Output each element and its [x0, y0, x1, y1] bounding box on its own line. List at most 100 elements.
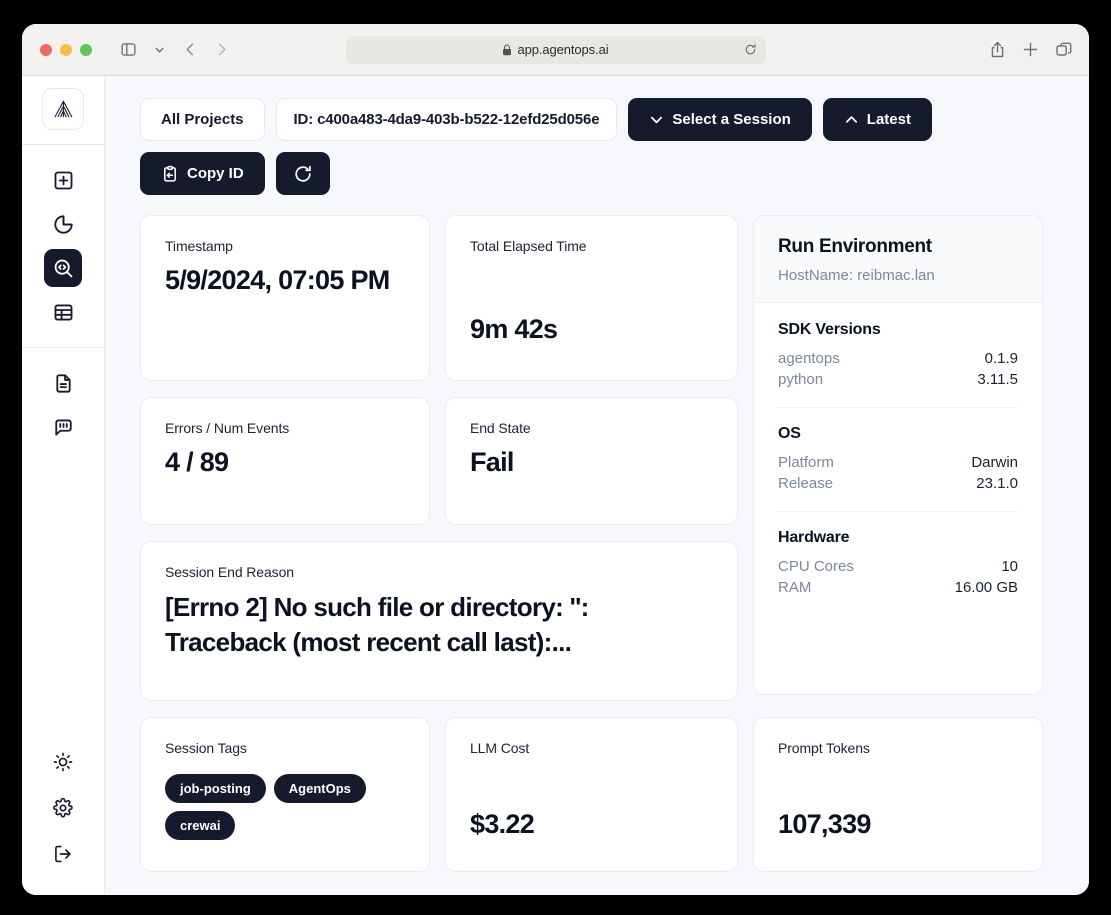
env-key: CPU Cores [778, 558, 854, 575]
elapsed-time-card: Total Elapsed Time 9m 42s [445, 215, 738, 381]
document-icon [53, 373, 74, 394]
window-controls [40, 43, 92, 56]
browser-nav-controls [114, 37, 235, 63]
toolbar-second-row: Copy ID [140, 152, 1069, 195]
env-value: 10 [1001, 558, 1018, 575]
session-end-reason-value: [Errno 2] No such file or directory: '':… [165, 592, 589, 658]
env-value: 16.00 GB [954, 579, 1018, 596]
llm-cost-label: LLM Cost [470, 740, 530, 756]
minimize-window-button[interactable] [60, 43, 72, 56]
env-row: RAM 16.00 GB [778, 577, 1018, 598]
app-sidebar [22, 76, 105, 895]
end-state-label: End State [470, 420, 531, 436]
env-section-title: OS [778, 425, 801, 442]
env-key: python [778, 371, 824, 388]
timestamp-label: Timestamp [165, 238, 233, 254]
end-state-value: Fail [470, 447, 514, 477]
sidebar-toggle-icon[interactable] [114, 37, 142, 63]
select-session-label: Select a Session [672, 111, 791, 128]
llm-cost-value: $3.22 [470, 809, 535, 840]
sidebar-item-logout[interactable] [44, 835, 82, 873]
elapsed-time-label: Total Elapsed Time [470, 238, 587, 254]
code-search-icon [53, 258, 74, 279]
refresh-button[interactable] [275, 152, 330, 195]
chevron-down-icon [649, 112, 664, 127]
session-tag[interactable]: crewai [165, 811, 236, 840]
tab-overview-icon[interactable] [1055, 41, 1073, 59]
session-tags-label: Session Tags [165, 740, 247, 756]
prompt-tokens-value: 107,339 [778, 809, 871, 840]
sidebar-item-session-drilldown[interactable] [44, 249, 82, 287]
agentops-logo-icon[interactable] [42, 88, 84, 130]
chevron-down-icon[interactable] [145, 37, 173, 63]
timestamp-card: Timestamp 5/9/2024, 07:05 PM [140, 215, 430, 381]
run-environment-title: Run Environment [778, 236, 932, 257]
plus-icon[interactable] [1022, 41, 1039, 58]
env-row: python 3.11.5 [778, 369, 1018, 390]
elapsed-time-value: 9m 42s [470, 314, 558, 345]
env-section-hardware: Hardware CPU Cores 10 RAM 16.00 GB [778, 511, 1018, 598]
sidebar-item-theme-toggle[interactable] [44, 743, 82, 781]
prompt-tokens-label: Prompt Tokens [778, 740, 870, 756]
lock-icon [502, 43, 512, 56]
session-end-reason-label: Session End Reason [165, 564, 294, 580]
main-content: All Projects ID: c400a483-4da9-403b-b522… [105, 76, 1089, 895]
sidebar-item-analytics[interactable] [44, 205, 82, 243]
sidebar-item-sessions-table[interactable] [44, 293, 82, 331]
sidebar-item-feedback[interactable] [44, 408, 82, 446]
run-environment-header: Run Environment HostName: reibmac.lan [754, 216, 1042, 303]
browser-actions [989, 41, 1073, 59]
app-body: All Projects ID: c400a483-4da9-403b-b522… [22, 76, 1089, 895]
sidebar-secondary-nav [44, 348, 82, 462]
errors-events-card: Errors / Num Events 4 / 89 [140, 397, 430, 525]
run-environment-hostname: HostName: reibmac.lan [778, 267, 935, 284]
close-window-button[interactable] [40, 43, 52, 56]
session-tag[interactable]: job-posting [165, 774, 266, 803]
sidebar-item-new-session[interactable] [44, 161, 82, 199]
share-icon[interactable] [989, 41, 1006, 59]
sidebar-item-docs[interactable] [44, 364, 82, 402]
plus-square-icon [53, 170, 74, 191]
url-text: app.agentops.ai [517, 42, 609, 57]
browser-window: app.agentops.ai All Projects ID: c400a48… [22, 24, 1089, 895]
env-row: Platform Darwin [778, 452, 1018, 473]
sidebar-bottom-nav [44, 743, 82, 895]
chat-bot-icon [53, 417, 74, 438]
latest-button[interactable]: Latest [822, 98, 932, 141]
chevron-up-icon [844, 112, 859, 127]
env-value: 23.1.0 [976, 475, 1018, 492]
reload-icon[interactable] [744, 43, 757, 56]
sidebar-primary-nav [44, 145, 82, 347]
back-arrow-icon[interactable] [176, 37, 204, 63]
env-row: CPU Cores 10 [778, 556, 1018, 577]
env-value: Darwin [971, 454, 1018, 471]
end-state-card: End State Fail [445, 397, 738, 525]
sidebar-item-settings[interactable] [44, 789, 82, 827]
session-id-field[interactable]: ID: c400a483-4da9-403b-b522-12efd25d056e [275, 98, 618, 141]
session-tags-card: Session Tags job-posting AgentOps crewai [140, 717, 430, 872]
llm-cost-card: LLM Cost $3.22 [445, 717, 738, 872]
copy-id-label: Copy ID [187, 165, 244, 182]
env-key: Platform [778, 454, 834, 471]
session-tags-list: job-posting AgentOps crewai [165, 774, 405, 840]
prompt-tokens-card: Prompt Tokens 107,339 [753, 717, 1043, 872]
env-key: RAM [778, 579, 812, 596]
session-overview-grid: Timestamp 5/9/2024, 07:05 PM Total Elaps… [140, 215, 1069, 872]
gear-icon [53, 798, 73, 818]
errors-events-label: Errors / Num Events [165, 420, 290, 436]
env-section-os: OS Platform Darwin Release 23.1.0 [778, 407, 1018, 494]
session-end-reason-card: Session End Reason [Errno 2] No such fil… [140, 541, 738, 701]
env-key: agentops [778, 350, 840, 367]
clipboard-paste-icon [161, 165, 179, 183]
select-session-button[interactable]: Select a Session [628, 98, 812, 141]
copy-id-button[interactable]: Copy ID [140, 152, 265, 195]
address-bar[interactable]: app.agentops.ai [345, 35, 766, 64]
all-projects-button[interactable]: All Projects [140, 98, 265, 141]
sun-icon [53, 752, 73, 772]
table-icon [53, 302, 74, 323]
session-tag[interactable]: AgentOps [273, 774, 366, 803]
maximize-window-button[interactable] [80, 43, 92, 56]
forward-arrow-icon[interactable] [207, 37, 235, 63]
env-section-title: Hardware [778, 529, 850, 546]
env-value: 0.1.9 [984, 350, 1018, 367]
